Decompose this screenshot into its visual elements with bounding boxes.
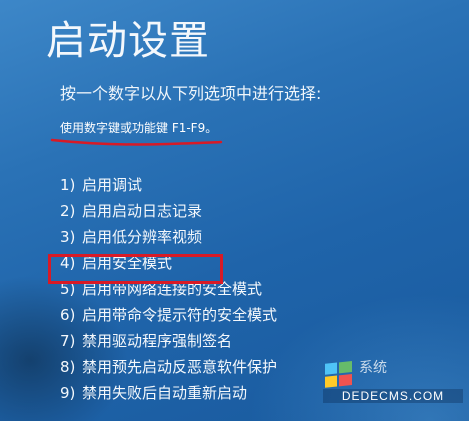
instruction-text: 按一个数字以从下列选项中进行选择: [60, 84, 322, 103]
option-number: 3) [60, 228, 76, 246]
option-label: 启用安全模式 [82, 254, 173, 272]
option-number: 1) [60, 176, 76, 194]
option-safe-mode-with-networking[interactable]: 5) 启用带网络连接的安全模式 [60, 276, 277, 302]
watermark-site: DEDECMS.COM [323, 389, 463, 403]
startup-options-list: 1) 启用调试 2) 启用启动日志记录 3) 启用低分辨率视频 4) 启用安全模式 5)… [60, 172, 277, 406]
page-title: 启动设置 [46, 18, 210, 64]
option-label: 启用带命令提示符的安全模式 [82, 306, 278, 324]
option-label: 禁用驱动程序强制签名 [82, 332, 233, 350]
option-label: 启用低分辨率视频 [82, 228, 203, 246]
windows-logo-icon [325, 360, 352, 388]
watermark-brand: 系统 [359, 360, 387, 376]
option-disable-early-launch-antimalware[interactable]: 8) 禁用预先启动反恶意软件保护 [60, 354, 277, 380]
option-enable-safe-mode[interactable]: 4) 启用安全模式 [60, 250, 277, 276]
option-number: 9) [60, 384, 76, 402]
key-hint-text: 使用数字键或功能键 F1-F9。 [60, 121, 218, 135]
option-number: 5) [60, 280, 76, 298]
option-label: 禁用预先启动反恶意软件保护 [82, 358, 278, 376]
option-number: 6) [60, 306, 76, 324]
option-disable-driver-signature-enforcement[interactable]: 7) 禁用驱动程序强制签名 [60, 328, 277, 354]
option-number: 7) [60, 332, 76, 350]
option-enable-debugging[interactable]: 1) 启用调试 [60, 172, 277, 198]
startup-settings-screen: 启动设置 按一个数字以从下列选项中进行选择: 使用数字键或功能键 F1-F9。 … [0, 0, 469, 421]
option-label: 启用调试 [82, 176, 143, 194]
option-number: 8) [60, 358, 76, 376]
option-enable-low-resolution-video[interactable]: 3) 启用低分辨率视频 [60, 224, 277, 250]
option-label: 启用启动日志记录 [82, 202, 203, 220]
option-number: 4) [60, 254, 76, 272]
option-label: 禁用失败后自动重新启动 [82, 384, 248, 402]
site-watermark: 系统 DEDECMS.COM [323, 353, 463, 415]
option-safe-mode-with-command-prompt[interactable]: 6) 启用带命令提示符的安全模式 [60, 302, 277, 328]
option-label: 启用带网络连接的安全模式 [82, 280, 263, 298]
option-disable-auto-restart-on-failure[interactable]: 9) 禁用失败后自动重新启动 [60, 380, 277, 406]
option-enable-boot-logging[interactable]: 2) 启用启动日志记录 [60, 198, 277, 224]
option-number: 2) [60, 202, 76, 220]
